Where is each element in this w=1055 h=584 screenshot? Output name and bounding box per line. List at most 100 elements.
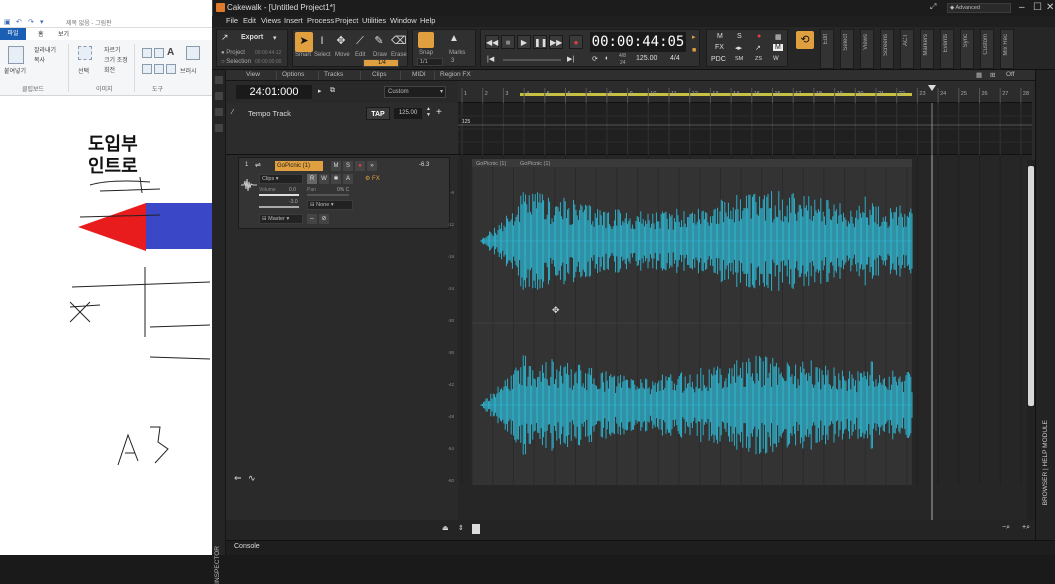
go-end-icon[interactable]: ▶| xyxy=(567,55,574,63)
export-button[interactable]: Export xyxy=(241,34,263,41)
rewind-button[interactable]: ◀◀ xyxy=(485,35,499,49)
position-slider[interactable] xyxy=(503,59,561,61)
record-mode-icon[interactable]: ▸ xyxy=(692,33,696,41)
undo-icon[interactable]: ↶ xyxy=(16,18,22,26)
snap-resolution-select[interactable]: 1/1 xyxy=(417,58,443,66)
menu-help[interactable]: Help xyxy=(420,16,435,25)
smart-tool-icon[interactable]: ➤ xyxy=(297,34,311,48)
module-tab-sync[interactable]: Sync xyxy=(960,29,974,69)
view-menu-clips[interactable]: Clips xyxy=(372,71,386,78)
clips-pane[interactable]: GoPicnic (1) GoPicnic (1) ✥ xyxy=(458,155,1032,520)
track-interleave-icon[interactable]: ⊘ xyxy=(319,214,329,224)
tempo-value-field[interactable]: 125.00 xyxy=(394,108,422,119)
track-pane-toggle-icon[interactable]: ⇕ xyxy=(458,524,464,532)
fast-forward-button[interactable]: ▶▶ xyxy=(549,35,563,49)
view-menu-midi[interactable]: MIDI xyxy=(412,71,426,78)
text-tool-icon[interactable]: A xyxy=(167,47,174,58)
inspector-pro-icon[interactable] xyxy=(215,124,223,132)
off-label[interactable]: Off xyxy=(1006,71,1015,78)
paste-icon[interactable] xyxy=(8,46,24,64)
draw-resolution-select[interactable]: 1/4 xyxy=(363,59,399,67)
erase-tool-icon[interactable]: ⌫ xyxy=(391,34,407,48)
track-mute-button[interactable]: M xyxy=(331,161,341,171)
module-tab-select[interactable]: Select xyxy=(840,29,854,69)
mix-arrow-icon[interactable]: ↗ xyxy=(755,44,761,52)
track-input-select[interactable]: ⊟ None ▾ xyxy=(307,200,353,210)
module-tab-edit[interactable]: Edit xyxy=(820,29,834,69)
arm-all-icon[interactable]: ● xyxy=(757,33,761,40)
export-selection-radio[interactable]: ○ Selection xyxy=(221,59,251,65)
rotate-button[interactable]: 회전 xyxy=(104,65,115,74)
pdc-button[interactable]: PDC xyxy=(711,56,726,63)
paint-tab-view[interactable]: 보기 xyxy=(58,29,69,38)
tempo-display[interactable]: 125.00 xyxy=(636,55,657,62)
expand-icon[interactable]: ⤢ xyxy=(930,2,936,12)
horizontal-scroll-thumb[interactable] xyxy=(472,524,480,534)
draw-tool-icon[interactable]: ✎ xyxy=(372,34,386,48)
module-tab-events[interactable]: Events xyxy=(940,29,954,69)
module-tab-act[interactable]: ACT xyxy=(900,29,914,69)
color-picker-icon[interactable] xyxy=(154,64,164,74)
go-start-icon[interactable]: |◀ xyxy=(487,55,494,63)
module-tab-views[interactable]: Views xyxy=(860,29,874,69)
arranger-button[interactable]: A xyxy=(343,174,353,184)
zs-button[interactable]: ZS xyxy=(755,56,762,62)
view-menu-view[interactable]: View xyxy=(246,71,260,78)
pencil-icon[interactable] xyxy=(142,48,152,58)
brush-icon[interactable] xyxy=(186,46,200,60)
midi-indicator[interactable]: M xyxy=(773,44,783,51)
menu-insert[interactable]: Insert xyxy=(284,16,303,25)
track-echo-button[interactable]: » xyxy=(367,161,377,171)
magnifier-icon[interactable] xyxy=(166,64,176,74)
paint-tab-home[interactable]: 홈 xyxy=(38,29,44,38)
eraser-icon[interactable] xyxy=(142,64,152,74)
stop-button[interactable]: ■ xyxy=(501,35,515,49)
tempo-lane[interactable]: 125 xyxy=(458,103,1032,155)
solo-all-button[interactable]: S xyxy=(737,33,742,40)
meter-display[interactable]: 4/4 xyxy=(670,55,680,62)
fx-bypass-button[interactable]: FX xyxy=(715,44,724,51)
write-automation-button[interactable]: W xyxy=(319,174,329,184)
menu-window[interactable]: Window xyxy=(390,16,417,25)
gain-slider[interactable] xyxy=(259,206,299,208)
inspector-toggle-icon[interactable] xyxy=(215,76,223,84)
read-automation-button[interactable]: R xyxy=(307,174,317,184)
track-header[interactable]: 1 ⇌ GoPicnic (1) M S ● » -6.3 Clips ▾ R … xyxy=(238,157,450,229)
sm-button[interactable]: SM xyxy=(735,56,743,62)
marks-icon[interactable]: ▲ xyxy=(449,33,459,44)
view-menu-tracks[interactable]: Tracks xyxy=(324,71,343,78)
workspace-select[interactable]: ◆ Advanced xyxy=(947,3,1011,13)
loop-toggle-icon[interactable]: ⟲ xyxy=(796,31,814,49)
snap-grid-icon[interactable] xyxy=(418,32,434,48)
loop-icon[interactable]: ⟳ xyxy=(592,55,598,63)
time-ruler[interactable]: 1 2 3 4 5 6 7 8 9 10 11 12 13 14 15 16 17 18 19 20 21 22 23 24 2… xyxy=(458,81,1032,103)
tempo-spin-icon[interactable]: ▲ ▼ xyxy=(426,106,431,118)
module-tab-mix-rec[interactable]: Mix Rec xyxy=(1000,29,1014,69)
now-time-display[interactable]: 00:00:44:05 xyxy=(590,32,686,52)
zoom-out-icon[interactable]: −⌕ xyxy=(1002,524,1010,532)
track-solo-button[interactable]: S xyxy=(343,161,353,171)
mix-extra-icon[interactable]: ▦ xyxy=(775,33,782,41)
play-button[interactable]: ▶ xyxy=(517,35,531,49)
inspector-track-icon[interactable] xyxy=(215,92,223,100)
track-name-field[interactable]: GoPicnic (1) xyxy=(275,161,323,171)
close-icon[interactable]: ✕ xyxy=(1046,2,1054,13)
now-copy-icon[interactable]: ⧉ xyxy=(330,87,335,95)
mix-link-icon[interactable]: ◂▸ xyxy=(735,44,742,52)
save-icon[interactable]: ▣ xyxy=(4,18,11,26)
w-button[interactable]: W xyxy=(773,56,779,62)
volume-slider[interactable] xyxy=(259,194,299,196)
crop-button[interactable]: 자르기 xyxy=(104,45,121,54)
vertical-scrollbar[interactable] xyxy=(1027,160,1035,520)
export-project-radio[interactable]: ● Project xyxy=(221,50,245,56)
now-marker-icon[interactable] xyxy=(928,85,936,91)
custom-view-select[interactable]: Custom ▾ xyxy=(384,86,446,98)
mute-all-button[interactable]: M xyxy=(717,33,723,40)
module-tab-markers[interactable]: Markers xyxy=(920,29,934,69)
menu-edit[interactable]: Edit xyxy=(243,16,256,25)
pause-button[interactable]: ❚❚ xyxy=(533,35,547,49)
redo-icon[interactable]: ↷ xyxy=(28,18,34,26)
move-tool-icon[interactable]: ✥ xyxy=(334,34,348,48)
now-arrow-icon[interactable]: ▸ xyxy=(318,87,322,95)
fill-icon[interactable] xyxy=(154,48,164,58)
